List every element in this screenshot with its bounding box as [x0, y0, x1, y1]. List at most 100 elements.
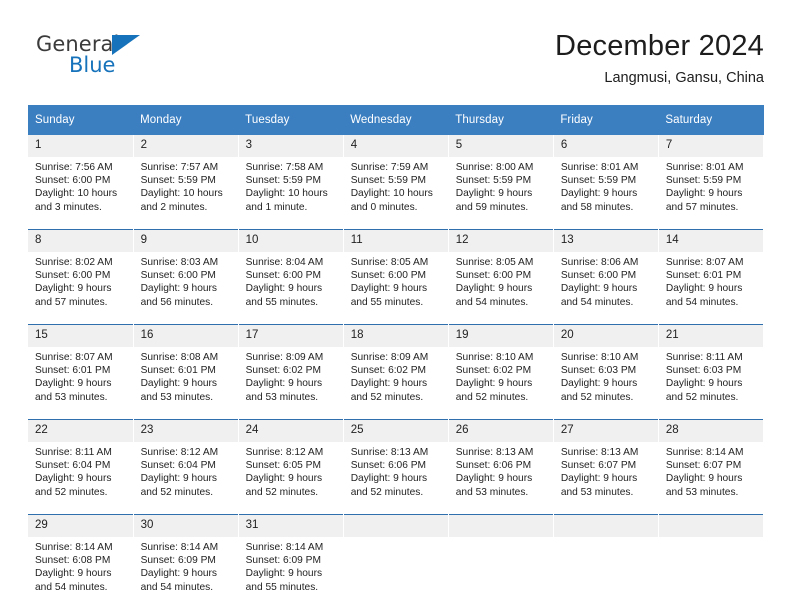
calendar-body: 1 Sunrise: 7:56 AM Sunset: 6:00 PM Daylight… [28, 135, 765, 609]
day-daylight-line: Daylight: 9 hours [665, 188, 743, 200]
calendar-day-cell[interactable]: 31 Sunrise: 8:14 AM Sunset: 6:09 PM Dayligh… [238, 514, 344, 609]
calendar-table: Sunday Monday Tuesday Wednesday Thursday… [28, 105, 765, 609]
calendar-day-cell[interactable]: 7 Sunrise: 8:01 AM Sunset: 5:59 PM Daylight… [658, 135, 765, 230]
day-daylight-line: and 2 minutes. [140, 201, 208, 213]
calendar-day-cell[interactable]: 29 Sunrise: 8:14 AM Sunset: 6:08 PM Dayligh… [28, 514, 134, 609]
day-number: 4 [343, 135, 448, 157]
calendar-day-cell[interactable]: 25 Sunrise: 8:13 AM Sunset: 6:06 PM Dayligh… [343, 419, 449, 515]
day-number: 31 [238, 515, 343, 537]
calendar-day-cell[interactable]: 26 Sunrise: 8:13 AM Sunset: 6:06 PM Dayligh… [448, 419, 554, 515]
day-daylight-line: and 57 minutes. [35, 296, 108, 308]
day-daylight-line: Daylight: 9 hours [140, 568, 218, 580]
calendar-day-cell[interactable]: 18 Sunrise: 8:09 AM Sunset: 6:02 PM Dayligh… [343, 324, 449, 420]
day-daylight-line: and 52 minutes. [140, 486, 214, 498]
day-sunset-line: Sunset: 5:59 PM [245, 175, 321, 187]
calendar-day-cell[interactable]: 8 Sunrise: 8:02 AM Sunset: 6:00 PM Daylight… [28, 229, 134, 325]
day-details: Sunrise: 8:00 AM Sunset: 5:59 PM Daylight:… [449, 157, 553, 229]
calendar-day-cell[interactable]: 21 Sunrise: 8:11 AM Sunset: 6:03 PM Dayligh… [658, 324, 765, 420]
day-number: 13 [553, 230, 658, 252]
day-sunset-line: Sunset: 6:06 PM [455, 460, 532, 472]
calendar-day-cell[interactable]: 30 Sunrise: 8:14 AM Sunset: 6:09 PM Dayligh… [133, 514, 239, 609]
calendar-grid: Sunday Monday Tuesday Wednesday Thursday… [28, 105, 765, 609]
day-number: 12 [448, 230, 553, 252]
calendar-day-cell[interactable]: 27 Sunrise: 8:13 AM Sunset: 6:07 PM Dayligh… [553, 419, 659, 515]
day-sunrise-line: Sunrise: 8:07 AM [665, 257, 744, 268]
calendar-day-cell[interactable]: 24 Sunrise: 8:12 AM Sunset: 6:05 PM Dayligh… [238, 419, 344, 515]
calendar-day-cell[interactable]: 23 Sunrise: 8:12 AM Sunset: 6:04 PM Dayligh… [133, 419, 239, 515]
calendar-day-cell[interactable]: 1 Sunrise: 7:56 AM Sunset: 6:00 PM Daylight… [28, 135, 134, 230]
day-daylight-line: and 53 minutes. [245, 391, 319, 403]
calendar-day-cell[interactable]: 6 Sunrise: 8:01 AM Sunset: 5:59 PM Daylight… [553, 135, 659, 230]
general-blue-logo[interactable]: General Blue [36, 32, 156, 84]
day-daylight-line: and 53 minutes. [665, 486, 739, 498]
calendar-day-cell[interactable]: 11 Sunrise: 8:05 AM Sunset: 6:00 PM Dayligh… [343, 229, 449, 325]
day-sunrise-line: Sunrise: 8:14 AM [245, 542, 324, 553]
calendar-page: General Blue December 2024 Langmusi, Gan… [0, 0, 792, 612]
day-sunrise-line: Sunrise: 8:13 AM [560, 447, 639, 458]
day-number: 25 [343, 420, 448, 442]
day-sunset-line: Sunset: 6:02 PM [455, 365, 532, 377]
day-details: Sunrise: 8:04 AM Sunset: 6:00 PM Daylight:… [239, 252, 343, 324]
page-title: December 2024 [555, 30, 764, 62]
day-sunrise-line: Sunrise: 8:11 AM [665, 352, 743, 363]
calendar-day-cell[interactable]: 3 Sunrise: 7:58 AM Sunset: 5:59 PM Daylight… [238, 135, 344, 230]
day-sunrise-line: Sunrise: 8:04 AM [245, 257, 324, 268]
calendar-day-cell[interactable]: 28 Sunrise: 8:14 AM Sunset: 6:07 PM Dayligh… [658, 419, 765, 515]
day-details: Sunrise: 8:13 AM Sunset: 6:06 PM Daylight:… [449, 442, 553, 514]
day-daylight-line: and 58 minutes. [560, 201, 634, 213]
day-details: Sunrise: 8:08 AM Sunset: 6:01 PM Daylight:… [134, 347, 238, 419]
day-sunrise-line: Sunrise: 8:07 AM [35, 352, 113, 363]
day-details: Sunrise: 8:10 AM Sunset: 6:03 PM Daylight:… [554, 347, 658, 419]
day-daylight-line: Daylight: 9 hours [455, 283, 533, 295]
calendar-day-cell[interactable]: 15 Sunrise: 8:07 AM Sunset: 6:01 PM Dayligh… [28, 324, 134, 420]
day-details: Sunrise: 8:13 AM Sunset: 6:06 PM Daylight:… [344, 442, 448, 514]
day-sunrise-line: Sunrise: 8:08 AM [140, 352, 219, 363]
calendar-day-cell[interactable]: 4 Sunrise: 7:59 AM Sunset: 5:59 PM Daylight… [343, 135, 449, 230]
calendar-day-cell[interactable]: 22 Sunrise: 8:11 AM Sunset: 6:04 PM Dayligh… [28, 419, 134, 515]
day-daylight-line: Daylight: 10 hours [35, 188, 118, 200]
day-details: Sunrise: 8:06 AM Sunset: 6:00 PM Daylight:… [554, 252, 658, 324]
calendar-day-cell[interactable]: 13 Sunrise: 8:06 AM Sunset: 6:00 PM Dayligh… [553, 229, 659, 325]
day-details: Sunrise: 8:07 AM Sunset: 6:01 PM Daylight:… [28, 347, 133, 419]
page-header: General Blue December 2024 Langmusi, Gan… [28, 28, 764, 90]
day-sunset-line: Sunset: 5:59 PM [560, 175, 637, 187]
day-daylight-line: Daylight: 10 hours [245, 188, 328, 200]
day-daylight-line: Daylight: 10 hours [350, 188, 433, 200]
day-daylight-line: Daylight: 9 hours [665, 378, 743, 390]
calendar-day-cell[interactable]: 10 Sunrise: 8:04 AM Sunset: 6:00 PM Dayligh… [238, 229, 344, 325]
calendar-day-cell[interactable]: 12 Sunrise: 8:05 AM Sunset: 6:00 PM Dayligh… [448, 229, 554, 325]
day-details: Sunrise: 8:14 AM Sunset: 6:09 PM Daylight:… [239, 537, 343, 609]
calendar-day-cell[interactable]: 20 Sunrise: 8:10 AM Sunset: 6:03 PM Dayligh… [553, 324, 659, 420]
day-sunrise-line: Sunrise: 8:14 AM [140, 542, 219, 553]
day-sunset-line: Sunset: 6:00 PM [455, 270, 532, 282]
day-daylight-line: Daylight: 9 hours [140, 378, 218, 390]
calendar-day-cell[interactable]: 9 Sunrise: 8:03 AM Sunset: 6:00 PM Daylight… [133, 229, 239, 325]
day-details [554, 537, 658, 609]
calendar-day-cell-empty [343, 514, 449, 609]
day-sunrise-line: Sunrise: 8:03 AM [140, 257, 219, 268]
calendar-day-cell[interactable]: 19 Sunrise: 8:10 AM Sunset: 6:02 PM Dayligh… [448, 324, 554, 420]
day-details: Sunrise: 8:14 AM Sunset: 6:08 PM Daylight:… [28, 537, 133, 609]
calendar-day-cell[interactable]: 16 Sunrise: 8:08 AM Sunset: 6:01 PM Dayligh… [133, 324, 239, 420]
calendar-day-cell[interactable]: 17 Sunrise: 8:09 AM Sunset: 6:02 PM Dayligh… [238, 324, 344, 420]
day-number: 9 [133, 230, 238, 252]
day-sunset-line: Sunset: 6:09 PM [140, 555, 216, 567]
day-sunset-line: Sunset: 6:08 PM [35, 555, 111, 567]
day-details: Sunrise: 7:59 AM Sunset: 5:59 PM Daylight:… [344, 157, 448, 229]
day-sunset-line: Sunset: 6:07 PM [560, 460, 637, 472]
calendar-day-cell[interactable]: 5 Sunrise: 8:00 AM Sunset: 5:59 PM Daylight… [448, 135, 554, 230]
day-daylight-line: and 54 minutes. [560, 296, 634, 308]
day-sunrise-line: Sunrise: 8:14 AM [665, 447, 744, 458]
day-daylight-line: Daylight: 9 hours [455, 378, 533, 390]
calendar-day-cell[interactable]: 2 Sunrise: 7:57 AM Sunset: 5:59 PM Daylight… [133, 135, 239, 230]
day-sunset-line: Sunset: 6:04 PM [35, 460, 111, 472]
weekday-header-friday: Friday [553, 105, 659, 135]
calendar-day-cell[interactable]: 14 Sunrise: 8:07 AM Sunset: 6:01 PM Dayligh… [658, 229, 765, 325]
day-sunset-line: Sunset: 6:02 PM [245, 365, 321, 377]
day-sunset-line: Sunset: 6:00 PM [35, 175, 111, 187]
day-details: Sunrise: 8:03 AM Sunset: 6:00 PM Daylight:… [134, 252, 238, 324]
day-details: Sunrise: 8:10 AM Sunset: 6:02 PM Daylight:… [449, 347, 553, 419]
logo-text-blue: Blue [69, 53, 116, 77]
day-details: Sunrise: 8:11 AM Sunset: 6:03 PM Daylight:… [659, 347, 763, 419]
day-sunrise-line: Sunrise: 8:06 AM [560, 257, 639, 268]
